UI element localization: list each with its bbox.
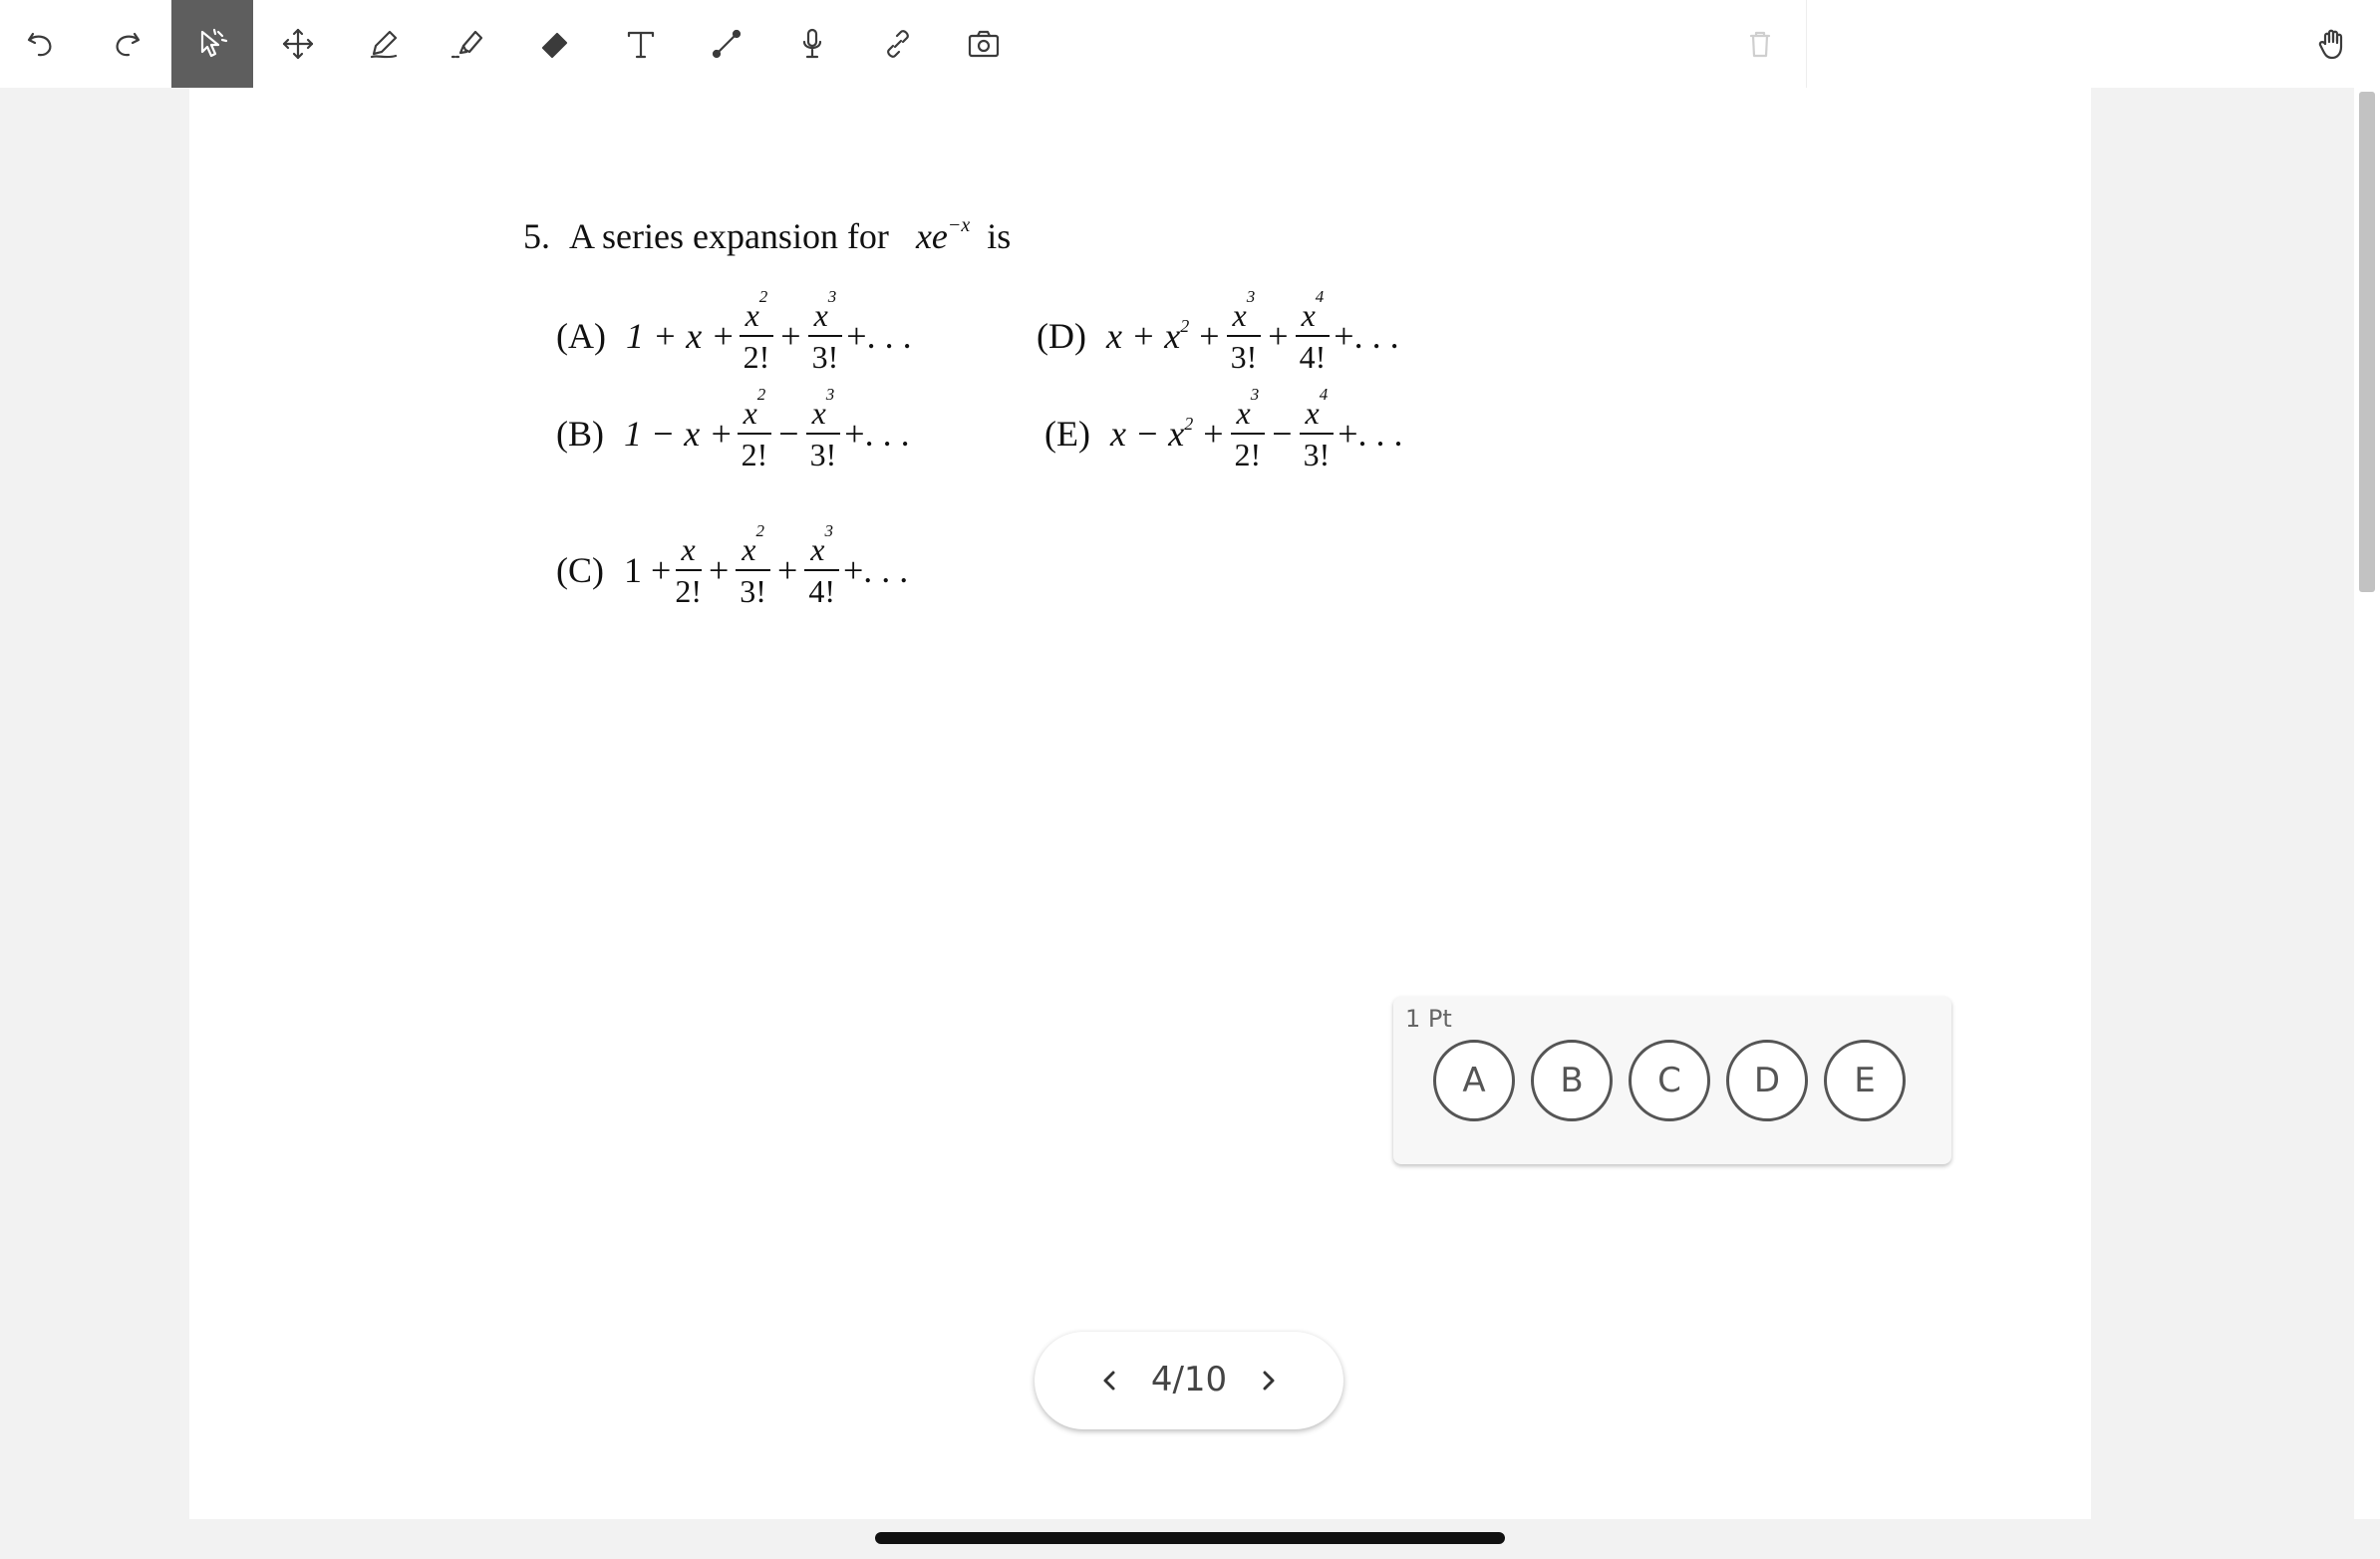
undo-icon [27,32,52,57]
answer-card: 1 Pt A B C D E [1393,997,1951,1164]
question-number: 5. [523,216,550,256]
question-expression: xe−x [915,214,971,256]
choice-lead: x − x2 [1109,414,1194,454]
microphone-icon [802,28,822,59]
fraction: x3 2! [1230,386,1266,470]
move-icon [282,28,314,60]
select-tool-button[interactable] [171,0,253,88]
choice-label: (C) [556,550,604,590]
fraction: x4 3! [1299,386,1335,470]
annotation-toolbar [0,0,2380,88]
choice-label: (A) [556,316,606,356]
choice-label: (E) [1044,414,1090,454]
answer-option-e[interactable]: E [1824,1040,1906,1121]
answer-option-a[interactable]: A [1433,1040,1515,1121]
delete-button[interactable] [1719,0,1801,88]
question-tail: is [987,216,1012,256]
pen-tool-button[interactable] [343,0,425,88]
choice-c: (C) 1 + x 2! + x2 3! + x3 4! +. . . [556,521,909,609]
move-tool-button[interactable] [257,0,339,88]
choice-lead: 1 + [624,550,672,590]
choice-tail: +. . . [844,414,910,454]
eraser-tool-button[interactable] [514,0,596,88]
toolbar-divider [1806,0,1807,88]
question-stem: 5. A series expansion for xe−x is [523,214,1012,257]
fraction: x2 2! [737,386,772,470]
choice-b: (B) 1 − x + x2 2! − x3 3! +. . . [556,385,910,472]
highlighter-tool-button[interactable] [429,0,510,88]
answer-option-c[interactable]: C [1629,1040,1710,1121]
highlighter-icon [450,30,483,59]
choice-e: (E) x − x2 + x3 2! − x4 3! +. . . [1044,385,1403,472]
undo-button[interactable] [0,0,82,88]
pointer-icon [200,28,228,58]
choice-tail: +. . . [846,316,912,356]
choice-d: (D) x + x2 + x3 3! + x4 4! +. . . [1037,287,1399,375]
question-text: A series expansion for [569,216,889,256]
choice-tail: +. . . [1338,414,1403,454]
answer-option-d[interactable]: D [1726,1040,1808,1121]
choice-label: (D) [1037,316,1086,356]
fraction: x4 4! [1295,288,1331,373]
choice-lead: x + x2 [1105,316,1190,356]
choice-lead: 1 − x + [624,414,734,454]
answer-option-b[interactable]: B [1531,1040,1613,1121]
link-tool-button[interactable] [857,0,939,88]
redo-icon [116,32,141,57]
fraction: x3 3! [805,386,841,470]
fraction: x 2! [675,531,702,609]
fraction: x3 3! [1226,288,1262,373]
fraction: x3 3! [807,288,843,373]
page-navigator: 4/10 [1035,1332,1343,1429]
choice-a: (A) 1 + x + x2 2! + x3 3! +. . . [556,287,912,375]
home-indicator[interactable] [875,1532,1505,1544]
hand-icon [2318,29,2343,60]
line-icon [712,29,742,59]
points-label: 1 Pt [1405,1005,1452,1033]
redo-button[interactable] [86,0,167,88]
page-counter: 4/10 [1150,1360,1228,1400]
chevron-right-icon [1263,1371,1275,1391]
trash-icon [1749,31,1771,58]
text-tool-button[interactable] [600,0,682,88]
choice-tail: +. . . [1334,316,1399,356]
text-icon [627,31,655,59]
microphone-tool-button[interactable] [771,0,853,88]
chevron-left-icon [1103,1371,1115,1391]
scrollbar-thumb[interactable] [2359,92,2375,592]
fraction: x2 2! [739,288,774,373]
next-page-button[interactable] [1242,1354,1296,1407]
camera-tool-button[interactable] [943,0,1025,88]
choice-label: (B) [556,414,604,454]
choice-lead: 1 + x + [625,316,736,356]
pen-icon [370,30,398,59]
fraction: x2 3! [736,522,770,607]
fraction: x3 4! [804,522,839,607]
camera-icon [968,30,1000,58]
line-tool-button[interactable] [686,0,767,88]
link-icon [887,30,909,58]
eraser-icon [541,32,568,59]
choice-tail: +. . . [843,550,909,590]
hand-tool-button[interactable] [2292,0,2374,88]
